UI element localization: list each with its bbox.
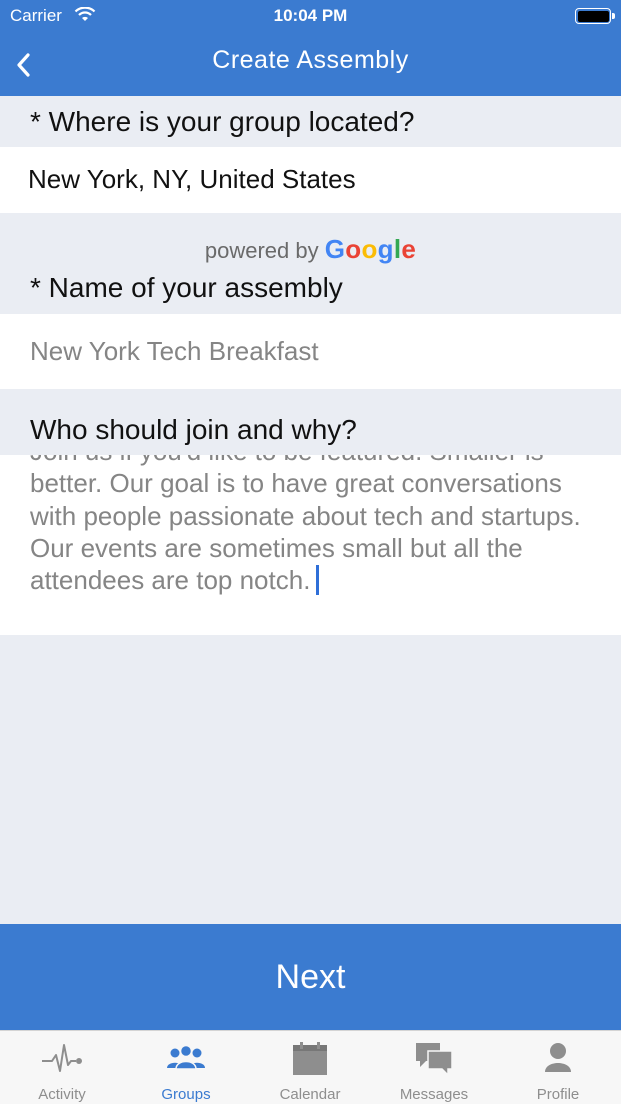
activity-icon [42, 1044, 82, 1072]
description-value: Join us if you'd like to be featured. Sm… [30, 455, 581, 596]
powered-by-label: powered by [204, 238, 319, 263]
google-logo: Google [324, 234, 417, 264]
description-label: Who should join and why? [30, 414, 357, 445]
messages-icon [416, 1043, 453, 1077]
navigation-header: Carrier 10:04 PM Create Assembly [0, 0, 621, 96]
google-attribution: powered by Google [0, 234, 621, 265]
location-value: New York, NY, United States [28, 164, 356, 194]
next-button[interactable]: Next [0, 924, 621, 1030]
tab-activity-label: Activity [38, 1086, 86, 1103]
groups-icon [167, 1044, 205, 1070]
tab-bar: Activity Groups Calendar Messages Profil… [0, 1030, 621, 1104]
assembly-name-field[interactable]: New York Tech Breakfast [0, 314, 621, 389]
profile-icon [545, 1043, 571, 1072]
assembly-name-label: * Name of your assembly [30, 272, 343, 303]
status-bar: Carrier 10:04 PM [0, 0, 621, 32]
tab-groups[interactable]: Groups [124, 1031, 248, 1104]
clock: 10:04 PM [273, 6, 348, 25]
tab-profile-label: Profile [536, 1086, 580, 1103]
battery-icon [575, 8, 615, 24]
calendar-icon [293, 1042, 327, 1075]
text-caret [316, 565, 320, 596]
tab-calendar[interactable]: Calendar [248, 1031, 372, 1104]
description-textarea[interactable]: Join us if you'd like to be featured. Sm… [0, 455, 621, 635]
tab-messages[interactable]: Messages [372, 1031, 496, 1104]
assembly-name-placeholder: New York Tech Breakfast [30, 336, 319, 366]
tab-activity[interactable]: Activity [0, 1031, 124, 1104]
tab-messages-label: Messages [399, 1086, 469, 1103]
tab-profile[interactable]: Profile [496, 1031, 620, 1104]
tab-calendar-label: Calendar [279, 1086, 341, 1103]
page-title: Create Assembly [212, 46, 409, 74]
tab-groups-label: Groups [161, 1086, 211, 1103]
location-label: * Where is your group located? [30, 106, 415, 137]
location-field[interactable]: New York, NY, United States [0, 147, 621, 213]
